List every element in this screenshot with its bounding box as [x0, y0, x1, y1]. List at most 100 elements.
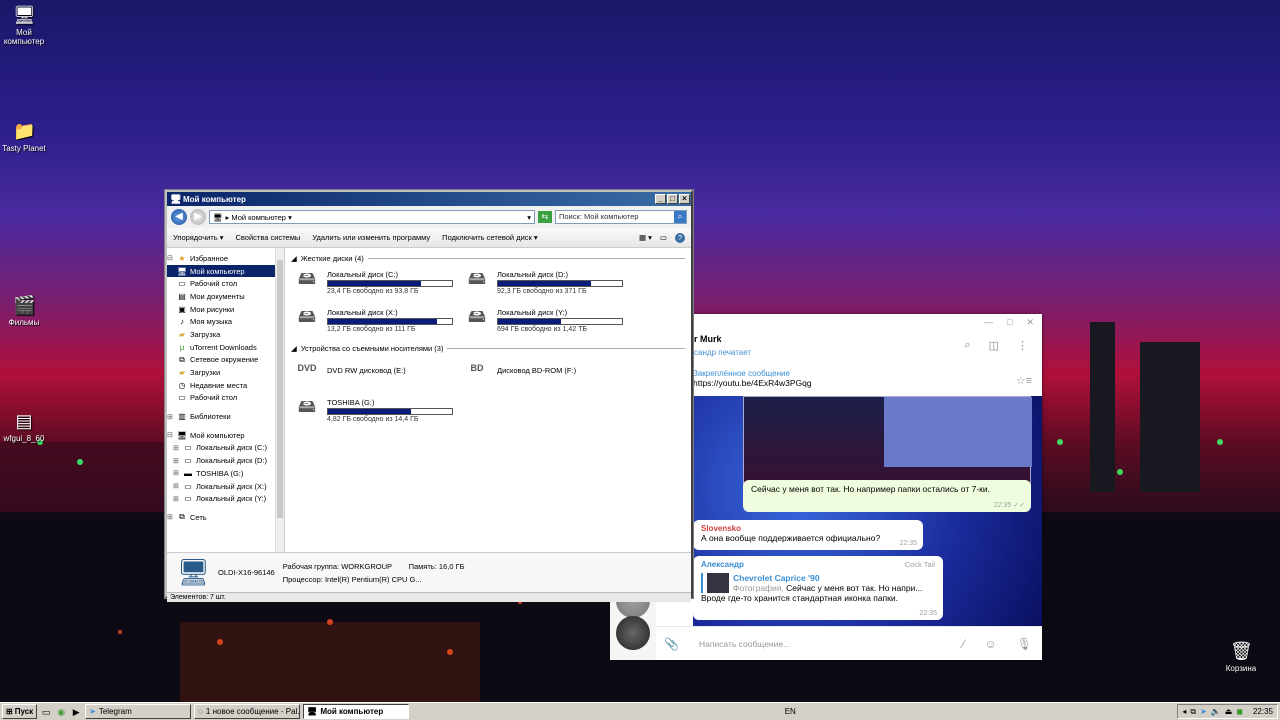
group-header-hdd[interactable]: ◢ Жесткие диски (4) — [291, 252, 685, 264]
avatar[interactable] — [616, 616, 650, 650]
usb-tray-icon[interactable]: ⏏ — [1225, 707, 1233, 716]
map-network-drive-button[interactable]: Подключить сетевой диск ▾ — [442, 233, 537, 242]
nav-item-pictures[interactable]: ▣ Мои рисунки — [167, 303, 284, 316]
utorrent-icon: µ — [179, 342, 185, 352]
nav-drive-g[interactable]: ⊞ ▬ TOSHIBA (G:) — [167, 467, 284, 480]
nav-item-documents[interactable]: ▤ Мои документы — [167, 290, 284, 303]
network-tray-icon[interactable]: ⧉ — [1190, 707, 1196, 717]
search-icon[interactable]: ⌕ — [964, 339, 970, 352]
pinned-message[interactable]: Закреплённое сообщение https://youtu.be/… — [693, 366, 1042, 396]
message-time: 22:35 ✓✓ — [993, 502, 1025, 509]
drive-free-space: 92,3 ГБ свободно из 371 ГБ — [497, 288, 587, 295]
collapse-icon[interactable]: ◢ — [291, 344, 297, 353]
explorer-window[interactable]: 🖥 Мой компьютер _ □ × ◀ ▶ 🖥 ▸ Мой компью… — [165, 190, 693, 602]
emoji-icon[interactable]: ☺ — [985, 637, 997, 651]
volume-icon[interactable]: 🔈 — [1211, 707, 1221, 716]
nav-drive-d[interactable]: ⊞ ▭ Локальный диск (D:) — [167, 454, 284, 467]
my-computer-icon: 🖥 — [307, 707, 318, 716]
maximize-button[interactable]: □ — [667, 194, 678, 204]
navigation-pane[interactable]: ⊟ ★ Избранное 🖥 Мой компьютер ▭ Рабочий стол… — [167, 248, 285, 552]
preview-pane-icon[interactable]: ▭ — [660, 233, 667, 243]
nav-scrollbar[interactable] — [275, 248, 284, 552]
desktop-icon-tasty-planet[interactable]: 📁 Tasty Planet — [0, 120, 52, 153]
nav-item-download[interactable]: ▰ Загрузка — [167, 328, 284, 341]
address-bar[interactable]: 🖥 ▸ Мой компьютер ▾ ▾ — [209, 210, 535, 224]
telegram-tray-icon[interactable]: ➤ — [1200, 707, 1207, 716]
language-indicator[interactable]: EN — [785, 707, 796, 716]
nav-item-desktop-2[interactable]: ▭ Рабочий стол — [167, 392, 284, 405]
nav-drive-c[interactable]: ⊞ ▭ Локальный диск (C:) — [167, 442, 284, 455]
maximize-icon[interactable]: □ — [1007, 317, 1012, 328]
drive-y[interactable]: 🖴 Локальный диск (Y:) 694 ГБ свободно из… — [461, 304, 631, 338]
nav-item-desktop[interactable]: ▭ Рабочий стол — [167, 277, 284, 290]
attach-icon[interactable]: 📎 — [664, 637, 679, 651]
folder-icon: ▰ — [178, 368, 186, 378]
sidebar-toggle-icon[interactable]: ◫ — [989, 339, 999, 352]
group-header-removable[interactable]: ◢ Устройства со съемными носителями (3) — [291, 342, 685, 354]
nav-libraries[interactable]: ⊞ ▥ Библиотеки — [167, 410, 284, 423]
nav-item-utorrent[interactable]: µ uTorrent Downloads — [167, 341, 284, 354]
system-properties-button[interactable]: Свойства системы — [235, 233, 300, 242]
help-icon[interactable]: ? — [675, 232, 685, 243]
drive-c[interactable]: 🖴 Локальный диск (C:) 23,4 ГБ свободно и… — [291, 266, 461, 300]
desktop-icon-my-computer[interactable]: 🖥 Мой компьютер — [0, 4, 52, 46]
nav-item-music[interactable]: ♪ Моя музыка — [167, 315, 284, 328]
view-options-icon[interactable]: ▦ ▾ — [639, 233, 652, 243]
drive-e-dvd[interactable]: DVD DVD RW дисковод (E:) — [291, 356, 461, 390]
uninstall-program-button[interactable]: Удалить или изменить программу — [312, 233, 430, 242]
breadcrumb[interactable]: ▸ Мой компьютер ▾ — [226, 213, 292, 222]
search-input[interactable]: Поиск: Мой компьютер ⌕ — [555, 210, 687, 224]
nav-item-recent[interactable]: ◷ Недавние места — [167, 379, 284, 392]
browser-icon[interactable]: ◉ — [55, 706, 67, 718]
task-palemoon[interactable]: ◌ 1 новое сообщение - Pal... — [194, 704, 301, 719]
forward-button[interactable]: ▶ — [190, 209, 206, 225]
security-tray-icon[interactable]: ◼ — [1236, 707, 1243, 716]
nav-favorites[interactable]: ⊟ ★ Избранное — [167, 252, 284, 265]
drive-x[interactable]: 🖴 Локальный диск (X:) 13,2 ГБ свободно и… — [291, 304, 461, 338]
refresh-icon[interactable]: ⇆ — [538, 211, 552, 223]
desktop-icon-recycle-bin[interactable]: 🗑 Корзина — [1213, 640, 1269, 673]
drive-g-usb[interactable]: 🖴 TOSHIBA (G:) 4,82 ГБ свободно из 14,4 … — [291, 394, 461, 428]
drive-f-bd[interactable]: BD Дисковод BD-ROM (F:) — [461, 356, 631, 390]
file-view[interactable]: ◢ Жесткие диски (4) 🖴 Локальный диск (C:… — [285, 248, 691, 552]
nav-item-network-places[interactable]: ⧉ Сетевое окружение — [167, 354, 284, 367]
usage-fill — [328, 409, 412, 414]
window-controls: — □ ✕ — [984, 317, 1034, 328]
nav-computer[interactable]: ⊟ 🖥 Мой компьютер — [167, 429, 284, 442]
workgroup-label: Рабочая группа: — [282, 561, 340, 571]
nav-drive-x[interactable]: ⊞ ▭ Локальный диск (X:) — [167, 480, 284, 493]
back-button[interactable]: ◀ — [171, 209, 187, 225]
drive-free-space: 694 ГБ свободно из 1,42 ТБ — [497, 326, 588, 333]
address-dropdown-icon[interactable]: ▾ — [527, 213, 534, 222]
search-icon[interactable]: ⌕ — [674, 211, 686, 223]
collapse-icon[interactable]: ◢ — [291, 254, 297, 263]
nav-item-downloads[interactable]: ▰ Загрузки — [167, 366, 284, 379]
task-my-computer[interactable]: 🖥 Мой компьютер — [303, 704, 410, 719]
start-button[interactable]: ⊞ Пуск — [2, 704, 38, 719]
nav-item-my-computer[interactable]: 🖥 Мой компьютер — [167, 264, 284, 278]
task-telegram[interactable]: ➤ Telegram — [85, 704, 192, 719]
more-menu-icon[interactable]: ⋮ — [1017, 339, 1028, 352]
desktop-icon-films[interactable]: 🎬 Фильмы — [0, 294, 52, 327]
close-button[interactable]: × — [679, 194, 690, 204]
media-icon[interactable]: ▶ — [70, 706, 82, 718]
drive-d[interactable]: 🖴 Локальный диск (D:) 92,3 ГБ свободно и… — [461, 266, 631, 300]
title-bar[interactable]: 🖥 Мой компьютер _ □ × — [167, 192, 691, 206]
clock[interactable]: 22:35 — [1253, 707, 1273, 716]
dvd-drive-icon: DVD — [297, 363, 317, 373]
pin-list-icon[interactable]: ☆≡ — [1016, 374, 1032, 387]
nav-drive-y[interactable]: ⊞ ▭ Локальный диск (Y:) — [167, 492, 284, 505]
microphone-icon[interactable]: 🎙 — [1017, 637, 1032, 651]
organize-button[interactable]: Упорядочить ▾ — [173, 233, 223, 242]
desktop-icon-wfgui[interactable]: ▤ wfgui_8_60 — [0, 410, 52, 443]
minimize-icon[interactable]: — — [984, 317, 993, 328]
reply-quote[interactable]: Chevrolet Caprice '90 Фотография, Сейчас… — [701, 573, 935, 593]
tray-arrow-icon[interactable]: ◂ — [1182, 707, 1186, 716]
show-desktop-icon[interactable]: ▭ — [40, 706, 52, 718]
message-input[interactable]: Написать сообщение... — [699, 639, 953, 649]
minimize-button[interactable]: _ — [655, 194, 666, 204]
close-icon[interactable]: ✕ — [1026, 317, 1034, 328]
nav-network[interactable]: ⊞ ⧉ Сеть — [167, 511, 284, 524]
desktop-icon-label: Корзина — [1225, 664, 1257, 673]
commands-icon[interactable]: ⁄ — [962, 637, 964, 651]
